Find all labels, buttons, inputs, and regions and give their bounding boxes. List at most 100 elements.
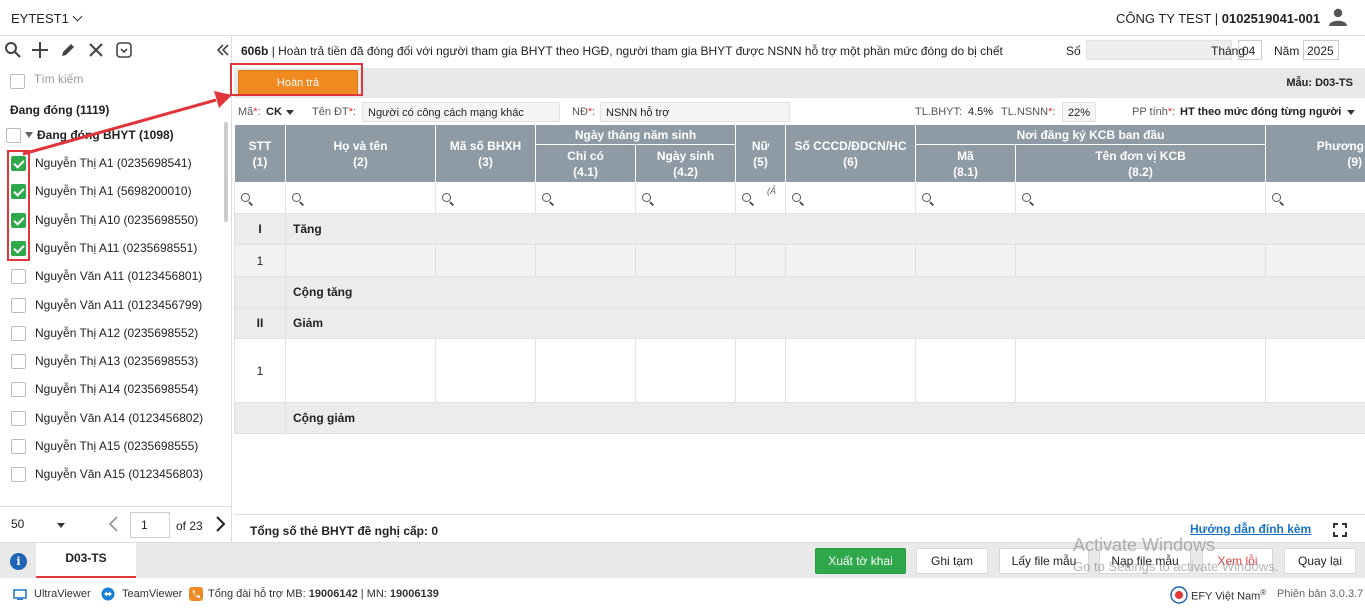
nd-field[interactable]: NSNN hỗ trợ <box>600 102 790 122</box>
cell[interactable] <box>785 244 917 277</box>
list-item[interactable]: Nguyễn Văn A15 (0123456803) <box>0 461 225 489</box>
plus-icon[interactable] <box>31 41 49 59</box>
table-row[interactable]: 1 <box>234 244 1365 277</box>
page-number-input[interactable]: 1 <box>130 512 170 538</box>
dropdown-box-icon[interactable] <box>115 41 133 59</box>
filter-cell[interactable] <box>1015 182 1267 214</box>
filter-cell[interactable] <box>785 182 917 214</box>
sum-label: Cộng giảm <box>284 402 1365 434</box>
item-checkbox[interactable] <box>11 297 26 313</box>
item-checkbox[interactable] <box>11 410 26 426</box>
cell[interactable] <box>735 338 787 403</box>
item-label: Nguyễn Thị A10 (0235698550) <box>35 212 199 227</box>
teamviewer-link[interactable]: TeamViewer <box>122 588 182 600</box>
item-checkbox[interactable] <box>11 467 26 483</box>
item-checkbox[interactable] <box>11 439 26 454</box>
item-checkbox[interactable] <box>11 269 26 285</box>
ten-dt-field[interactable]: Người có công cách mạng khác <box>362 102 560 122</box>
col-ho-ten: Họ và tên (2) <box>285 124 436 183</box>
list-item[interactable]: Nguyễn Thị A14 (0235698554) <box>0 376 225 404</box>
tab-d03-ts[interactable]: D03-TS <box>36 543 136 578</box>
data-grid: STT (1) Họ và tên (2) Mã số BHXH (3) Ngày t… <box>234 124 1365 514</box>
item-checkbox[interactable] <box>11 354 26 370</box>
user-icon[interactable] <box>1328 8 1348 26</box>
item-checkbox[interactable] <box>11 382 26 398</box>
filter-cell[interactable] <box>915 182 1017 214</box>
hotline: Tổng đài hỗ trợ MB: 19006142 | MN: 19006… <box>208 588 439 600</box>
teamviewer-icon[interactable] <box>101 587 115 601</box>
cell[interactable] <box>285 338 436 403</box>
cell[interactable] <box>535 338 636 403</box>
cell[interactable] <box>915 244 1017 277</box>
nam-input[interactable]: 2025 <box>1303 40 1339 60</box>
cell[interactable] <box>535 244 636 277</box>
cell[interactable] <box>285 244 436 277</box>
chevron-right-icon[interactable] <box>214 515 228 533</box>
subgroup-checkbox[interactable] <box>6 128 21 143</box>
action-bar: Hoàn trả Mẫu: D03-TS <box>234 68 1365 98</box>
list-item[interactable]: Nguyễn Thị A15 (0235698555) <box>0 433 225 461</box>
chevron-left-icon[interactable] <box>106 515 120 533</box>
collapse-icon[interactable] <box>214 41 232 59</box>
cell[interactable] <box>1015 338 1267 403</box>
fullscreen-icon[interactable] <box>1333 523 1347 537</box>
thang-input[interactable]: 04 <box>1238 40 1262 60</box>
select-all-checkbox[interactable] <box>10 74 25 89</box>
list-item[interactable]: Nguyễn Thị A10 (0235698550) <box>0 207 225 235</box>
filter-cell[interactable]: (Ả <box>735 182 787 214</box>
filter-cell[interactable] <box>234 182 286 214</box>
app-switcher[interactable]: EYTEST1 <box>11 11 83 26</box>
list-item[interactable]: Nguyễn Văn A14 (0123456802) <box>0 405 225 433</box>
ma-select[interactable]: CK <box>266 106 294 118</box>
filter-cell[interactable] <box>535 182 636 214</box>
filter-cell[interactable] <box>1265 182 1365 214</box>
ultraviewer-link[interactable]: UltraViewer <box>34 588 91 600</box>
filter-cell[interactable] <box>634 182 737 214</box>
list-item[interactable]: Nguyễn Thị A1 (5698200010) <box>0 178 225 206</box>
cell[interactable] <box>1265 338 1365 403</box>
item-checkbox[interactable] <box>11 325 26 341</box>
search-icon[interactable] <box>4 41 22 59</box>
page-size-select[interactable]: 50 <box>3 513 69 537</box>
search-input[interactable]: Tìm kiếm <box>34 72 83 86</box>
cell[interactable] <box>634 338 737 403</box>
form-code: 606b <box>241 44 269 58</box>
col-ma-kcb: Mã (8.1) <box>915 144 1017 183</box>
highlight-annotation <box>230 63 365 98</box>
sum-label: Cộng tăng <box>284 276 1365 308</box>
xuat-to-khai-button[interactable]: Xuất tờ khai <box>815 548 906 574</box>
search-icon <box>241 192 253 205</box>
cell[interactable] <box>915 338 1017 403</box>
header-number: (4.1) <box>573 164 598 179</box>
cell[interactable] <box>785 338 917 403</box>
cell[interactable] <box>735 244 787 277</box>
pp-tinh-label-text: PP tính <box>1132 106 1168 118</box>
close-icon[interactable] <box>87 41 105 59</box>
brand: EFY Việt Nam® <box>1191 588 1266 603</box>
list-item[interactable]: Nguyễn Văn A11 (0123456801) <box>0 263 225 291</box>
info-icon[interactable]: i <box>10 553 27 570</box>
cell[interactable] <box>435 338 536 403</box>
tl-nsnn-input[interactable]: 22% <box>1062 102 1096 122</box>
list-item[interactable]: Nguyễn Thị A11 (0235698551) <box>0 235 225 263</box>
filter-cell[interactable] <box>435 182 536 214</box>
list-item[interactable]: Nguyễn Thị A12 (0235698552) <box>0 320 225 348</box>
filter-cell[interactable] <box>285 182 436 214</box>
list-item[interactable]: Nguyễn Văn A11 (0123456799) <box>0 292 225 320</box>
pp-tinh-select[interactable]: HT theo mức đóng từng người <box>1180 106 1356 118</box>
header-number: (5) <box>753 154 768 169</box>
item-label: Nguyễn Thị A13 (0235698553) <box>35 354 199 369</box>
list-item[interactable]: Nguyễn Thị A13 (0235698553) <box>0 348 225 376</box>
ghi-tam-button[interactable]: Ghi tạm <box>916 548 988 574</box>
quay-lai-button[interactable]: Quay lại <box>1284 548 1356 574</box>
cell[interactable] <box>634 244 737 277</box>
cell[interactable] <box>1265 244 1365 277</box>
company-info: CÔNG TY TEST | 0102519041-001 <box>1116 11 1320 26</box>
table-row[interactable]: 1 <box>234 338 1365 403</box>
cell[interactable] <box>1015 244 1267 277</box>
ultraviewer-icon[interactable] <box>13 589 27 600</box>
cell[interactable] <box>435 244 536 277</box>
pencil-icon[interactable] <box>59 41 77 59</box>
header-text: Phương á <box>1316 138 1365 153</box>
item-label: Nguyễn Văn A15 (0123456803) <box>35 467 204 482</box>
